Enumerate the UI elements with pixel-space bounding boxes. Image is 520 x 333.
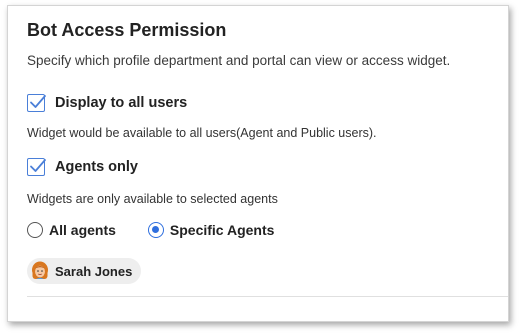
display-all-description: Widget would be available to all users(A… (27, 126, 377, 140)
panel-title: Bot Access Permission (27, 20, 227, 40)
specific-agents-radio[interactable] (147, 222, 164, 238)
all-agents-label[interactable]: All agents (49, 222, 116, 238)
agent-chip[interactable]: Sarah Jones (27, 258, 142, 284)
agent-chip-name: Sarah Jones (55, 263, 133, 279)
checkmark-icon (30, 95, 46, 108)
agents-only-option[interactable]: Agents only (27, 158, 138, 176)
agents-only-label: Agents only (55, 159, 138, 175)
agents-only-checkbox[interactable] (27, 158, 46, 176)
agents-only-description: Widgets are only available to selected a… (27, 192, 278, 206)
bot-access-permission-panel: Bot Access Permission Specify which prof… (7, 5, 509, 322)
agent-scope-radio-group: All agents Specific Agents (27, 222, 274, 238)
divider (27, 296, 508, 297)
display-all-option[interactable]: Display to all users (27, 94, 187, 112)
all-agents-radio[interactable] (27, 222, 43, 238)
display-all-label: Display to all users (55, 95, 188, 111)
checkmark-icon (30, 159, 46, 172)
display-all-checkbox[interactable] (27, 94, 46, 112)
panel-subtitle: Specify which profile department and por… (27, 53, 451, 68)
specific-agents-label[interactable]: Specific Agents (170, 222, 275, 238)
female-avatar-icon (32, 261, 48, 279)
